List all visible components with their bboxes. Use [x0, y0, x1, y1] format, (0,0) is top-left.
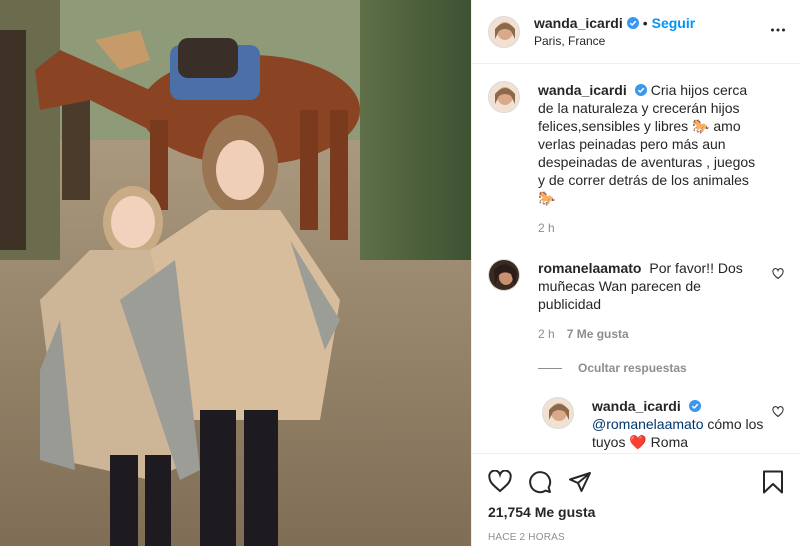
comment-author[interactable]: romanelaamato	[538, 260, 641, 276]
caption-avatar[interactable]	[488, 81, 520, 113]
comment-like-heart-icon[interactable]	[772, 267, 784, 283]
hide-replies-button[interactable]: Ocultar respuestas	[538, 361, 784, 375]
caption-author[interactable]: wanda_icardi	[538, 82, 627, 98]
commenter-avatar[interactable]	[488, 259, 520, 291]
action-icons-row	[488, 462, 784, 502]
reply-author[interactable]: wanda_icardi	[592, 398, 681, 414]
separator-dot: •	[642, 14, 648, 31]
header-text: wanda_icardi • Seguir Paris, France	[534, 14, 695, 50]
caption-meta: 2 h	[538, 219, 764, 237]
heart-emoji: ❤️	[629, 434, 647, 450]
caption-time[interactable]: 2 h	[538, 219, 555, 237]
comment-likes[interactable]: 7 Me gusta	[567, 325, 629, 343]
paper-plane-icon[interactable]	[568, 470, 592, 494]
verified-badge-icon	[634, 84, 647, 96]
comment-body: romanelaamato Por favor!! Dos muñecas Wa…	[538, 259, 784, 343]
post-header: wanda_icardi • Seguir Paris, France	[472, 0, 800, 64]
post-time[interactable]: Hace 2 horas	[488, 532, 784, 543]
caption: wanda_icardi Cria hijos cerca de la natur…	[488, 81, 784, 237]
hide-replies-label: Ocultar respuestas	[578, 361, 687, 375]
reply-avatar[interactable]	[542, 397, 574, 429]
bookmark-icon[interactable]	[762, 470, 784, 497]
post-photo[interactable]	[0, 0, 471, 546]
author-username[interactable]: wanda_icardi	[534, 14, 623, 32]
comment-time[interactable]: 2 h	[538, 325, 555, 343]
comment-icon[interactable]	[528, 470, 552, 494]
post-location[interactable]: Paris, France	[534, 32, 695, 50]
hide-replies-line	[538, 367, 562, 369]
verified-badge-icon	[626, 16, 639, 29]
likes-count[interactable]: 21,754 Me gusta	[488, 504, 784, 520]
reply-like-heart-icon[interactable]	[772, 405, 784, 421]
comment-meta: 2 h 7 Me gusta	[538, 325, 764, 343]
caption-body: wanda_icardi Cria hijos cerca de la natur…	[538, 81, 784, 237]
reply-tail: Roma	[646, 434, 689, 450]
more-options-icon[interactable]	[770, 22, 786, 41]
caption-text: Cria hijos cerca de la naturaleza y crec…	[538, 82, 756, 206]
post-detail-panel: wanda_icardi • Seguir Paris, France wand…	[471, 0, 800, 546]
heart-icon[interactable]	[488, 470, 512, 494]
comments-section: wanda_icardi Cria hijos cerca de la natur…	[472, 65, 800, 453]
reply-body: wanda_icardi @romanelaamato cómo los tuy…	[592, 397, 784, 451]
follow-button[interactable]: Seguir	[652, 14, 696, 32]
reply-item: wanda_icardi @romanelaamato cómo los tuy…	[542, 397, 784, 451]
author-avatar[interactable]	[488, 15, 520, 48]
post-actions: 21,754 Me gusta Hace 2 horas	[472, 453, 800, 543]
comment-item: romanelaamato Por favor!! Dos muñecas Wa…	[488, 259, 784, 343]
post-image	[0, 0, 471, 546]
reply-mention[interactable]: @romanelaamato	[592, 416, 704, 432]
verified-badge-icon	[688, 400, 701, 412]
